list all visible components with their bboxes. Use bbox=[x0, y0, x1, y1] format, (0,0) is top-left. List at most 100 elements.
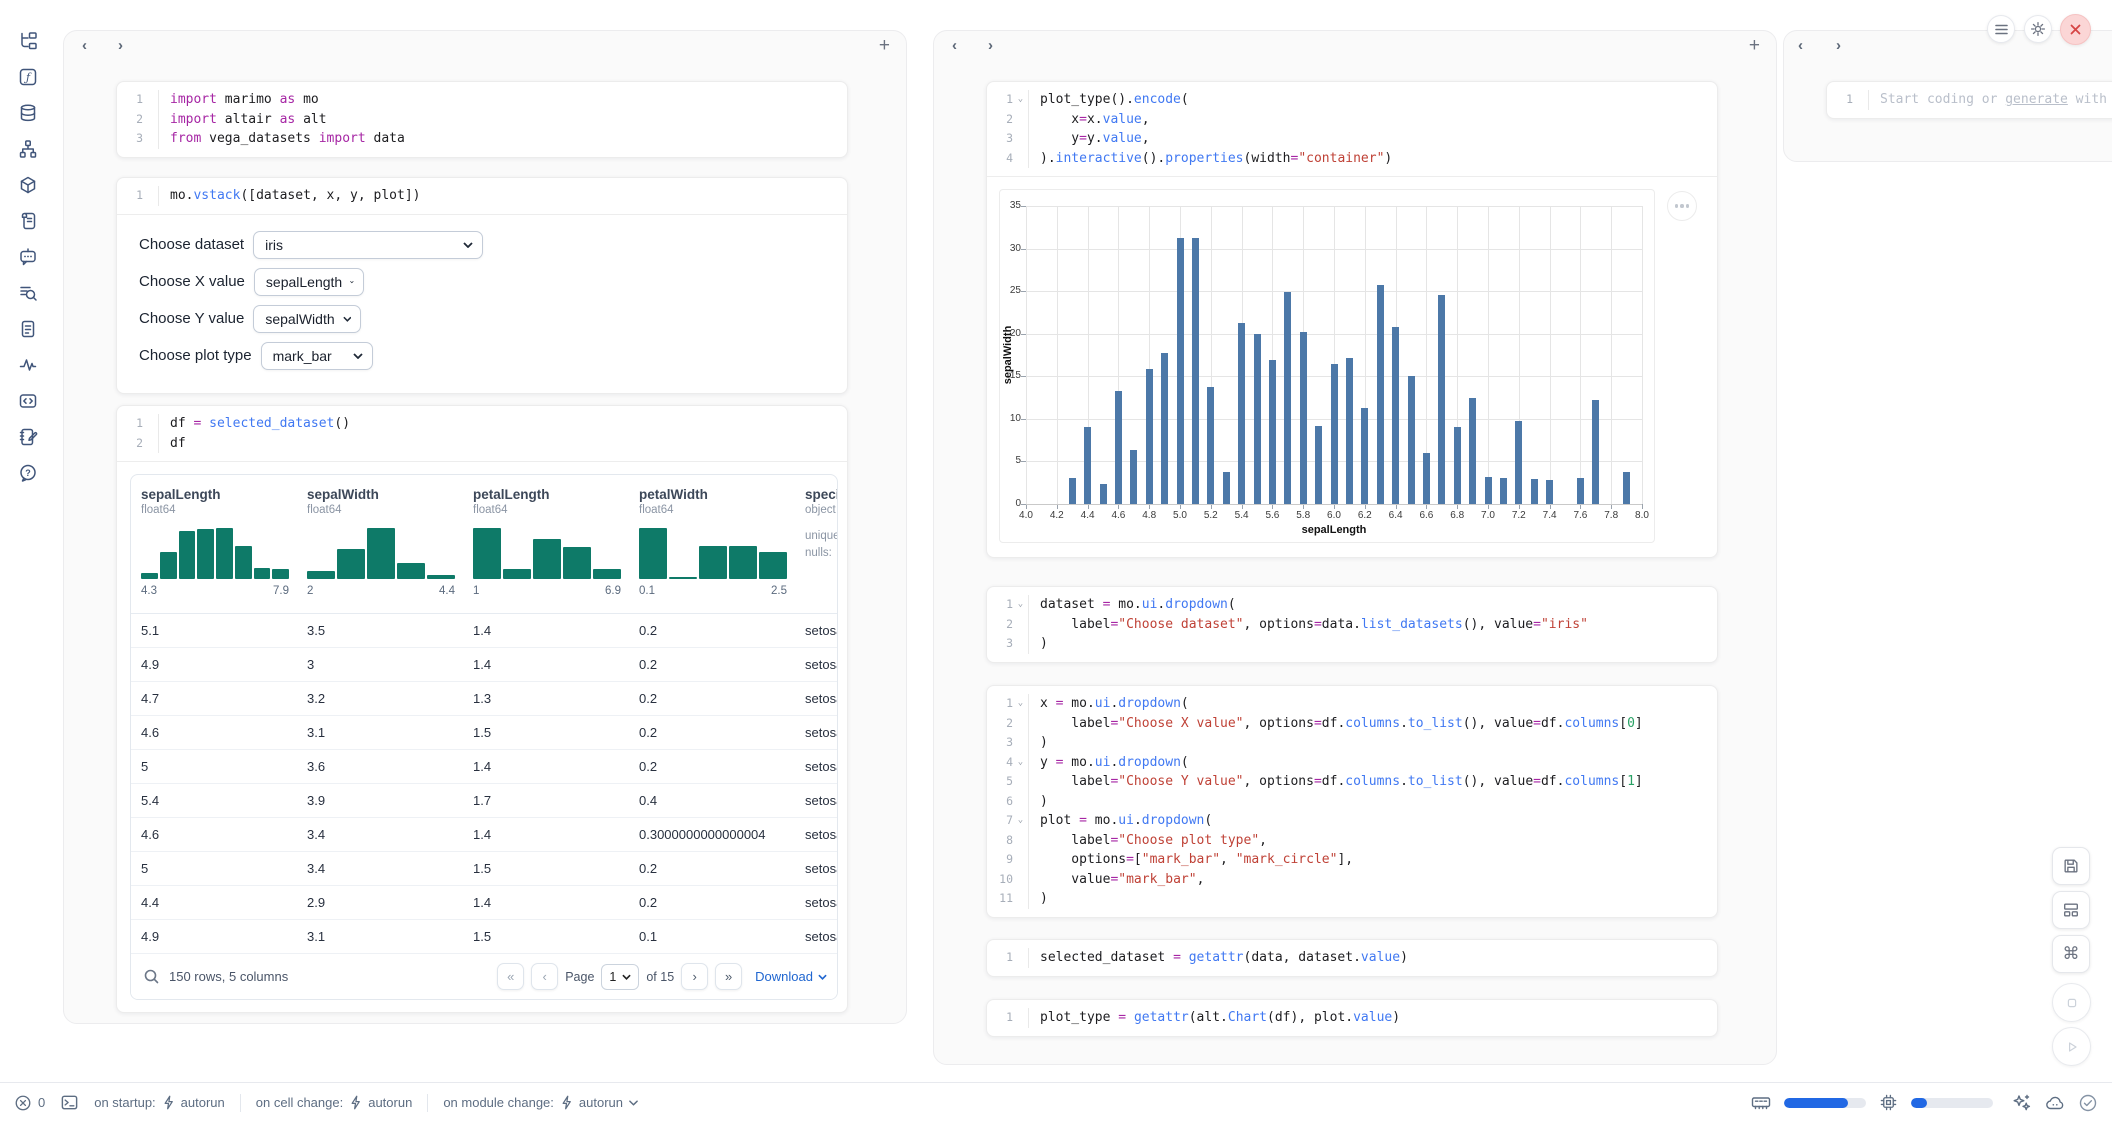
code-text[interactable]: label="Choose X value", options=df.colum… bbox=[1028, 714, 1717, 734]
cell-vstack[interactable]: 1mo.vstack([dataset, x, y, plot]) Choose… bbox=[116, 177, 848, 394]
code-editor[interactable]: 1import marimo as mo2import altair as al… bbox=[117, 82, 847, 157]
notebook-icon[interactable] bbox=[11, 420, 45, 454]
code-text[interactable]: y=y.value, bbox=[1028, 129, 1717, 149]
first-page-button[interactable]: « bbox=[497, 963, 524, 990]
code-text[interactable]: df = selected_dataset() bbox=[158, 414, 847, 434]
on-module-change-setting[interactable]: on module change: autorun bbox=[443, 1095, 638, 1110]
code-text[interactable]: label="Choose dataset", options=data.lis… bbox=[1028, 615, 1717, 635]
code-text[interactable]: plot = mo.ui.dropdown( bbox=[1028, 811, 1717, 831]
code-text[interactable]: ) bbox=[1028, 889, 1717, 909]
fold-marker[interactable]: ⌄ bbox=[1013, 595, 1028, 615]
column-header[interactable]: petalLengthfloat6416.9 bbox=[473, 487, 623, 597]
code-editor[interactable]: 1selected_dataset = getattr(data, datase… bbox=[987, 940, 1717, 976]
prev-page-button[interactable]: ‹ bbox=[531, 963, 558, 990]
code-editor[interactable]: 1Start coding or generate with bbox=[1827, 82, 2112, 118]
dataset-select[interactable]: iris bbox=[253, 231, 483, 259]
code-editor[interactable]: 1⌄x = mo.ui.dropdown(2 label="Choose X v… bbox=[987, 686, 1717, 917]
fold-marker[interactable]: ⌄ bbox=[1013, 90, 1028, 110]
cell-imports[interactable]: 1import marimo as mo2import altair as al… bbox=[116, 81, 848, 158]
add-column-button[interactable]: + bbox=[879, 36, 890, 56]
column-header[interactable]: sepalWidthfloat6424.4 bbox=[307, 487, 457, 597]
plot-type-select[interactable]: mark_bar bbox=[261, 342, 373, 370]
code-text[interactable]: selected_dataset = getattr(data, dataset… bbox=[1028, 948, 1717, 968]
code-text[interactable]: df bbox=[158, 434, 847, 454]
code-text[interactable]: Start coding or generate with bbox=[1868, 90, 2112, 110]
code-text[interactable]: value="mark_bar", bbox=[1028, 870, 1717, 890]
code-editor[interactable]: 1mo.vstack([dataset, x, y, plot]) bbox=[117, 178, 847, 214]
cell-selected-dataset[interactable]: 1selected_dataset = getattr(data, datase… bbox=[986, 939, 1718, 977]
cell-plot[interactable]: 1⌄plot_type().encode(2 x=x.value,3 y=y.v… bbox=[986, 81, 1718, 558]
code-text[interactable]: plot_type().encode( bbox=[1028, 90, 1717, 110]
table-row[interactable]: 4.63.11.50.2setosa bbox=[131, 716, 837, 750]
code-editor[interactable]: 1⌄dataset = mo.ui.dropdown(2 label="Choo… bbox=[987, 587, 1717, 662]
column-header[interactable]: petalWidthfloat640.12.5 bbox=[639, 487, 789, 597]
tracing-icon[interactable] bbox=[11, 348, 45, 382]
table-row[interactable]: 4.93.11.50.1setosa bbox=[131, 920, 837, 954]
ai-chat-icon[interactable] bbox=[11, 240, 45, 274]
stop-button[interactable] bbox=[2052, 983, 2091, 1022]
settings-button[interactable] bbox=[2024, 15, 2052, 43]
column-prev-button[interactable]: ‹ bbox=[952, 38, 957, 54]
functions-icon[interactable]: ƒ bbox=[11, 60, 45, 94]
column-prev-button[interactable]: ‹ bbox=[1798, 38, 1803, 54]
code-text[interactable]: x = mo.ui.dropdown( bbox=[1028, 694, 1717, 714]
cell-dataframe[interactable]: 1df = selected_dataset()2df sepalLengthf… bbox=[116, 405, 848, 1013]
data-sources-icon[interactable] bbox=[11, 96, 45, 130]
cell-xy-plot-dropdowns[interactable]: 1⌄x = mo.ui.dropdown(2 label="Choose X v… bbox=[986, 685, 1718, 918]
scratchpad-icon[interactable] bbox=[11, 204, 45, 238]
download-button[interactable]: Download bbox=[755, 969, 827, 984]
runtime-bot-icon[interactable] bbox=[2045, 1093, 2065, 1113]
run-button[interactable] bbox=[2052, 1027, 2091, 1066]
code-text[interactable]: import altair as alt bbox=[158, 110, 847, 130]
on-cell-change-setting[interactable]: on cell change: autorun bbox=[256, 1095, 413, 1110]
table-row[interactable]: 4.931.40.2setosa bbox=[131, 648, 837, 682]
code-text[interactable]: from vega_datasets import data bbox=[158, 129, 847, 149]
code-editor[interactable]: 1df = selected_dataset()2df bbox=[117, 406, 847, 461]
y-value-select[interactable]: sepalWidth bbox=[253, 305, 361, 333]
page-select[interactable]: 1 bbox=[601, 964, 639, 990]
command-palette-button[interactable]: ⌘ bbox=[2052, 935, 2090, 973]
code-text[interactable]: ) bbox=[1028, 792, 1717, 812]
layout-button[interactable] bbox=[2052, 891, 2090, 929]
table-row[interactable]: 4.42.91.40.2setosa bbox=[131, 886, 837, 920]
add-column-button[interactable]: + bbox=[1749, 36, 1760, 56]
x-value-select[interactable]: sepalLength bbox=[254, 268, 364, 296]
column-next-button[interactable]: › bbox=[988, 38, 993, 54]
code-text[interactable]: ) bbox=[1028, 733, 1717, 753]
cell-empty[interactable]: 1Start coding or generate with bbox=[1826, 81, 2112, 119]
code-text[interactable]: ) bbox=[1028, 634, 1717, 654]
on-startup-setting[interactable]: on startup: autorun bbox=[94, 1095, 225, 1110]
ai-sparkles-icon[interactable] bbox=[2012, 1093, 2032, 1113]
chart-actions-button[interactable] bbox=[1667, 191, 1697, 221]
logs-icon[interactable] bbox=[11, 276, 45, 310]
code-text[interactable]: label="Choose plot type", bbox=[1028, 831, 1717, 851]
code-text[interactable]: dataset = mo.ui.dropdown( bbox=[1028, 595, 1717, 615]
table-row[interactable]: 5.13.51.40.2setosa bbox=[131, 614, 837, 648]
menu-button[interactable] bbox=[1987, 15, 2015, 43]
table-row[interactable]: 4.73.21.30.2setosa bbox=[131, 682, 837, 716]
code-editor[interactable]: 1⌄plot_type().encode(2 x=x.value,3 y=y.v… bbox=[987, 82, 1717, 176]
cell-plot-type[interactable]: 1plot_type = getattr(alt.Chart(df), plot… bbox=[986, 999, 1718, 1037]
code-text[interactable]: import marimo as mo bbox=[158, 90, 847, 110]
code-text[interactable]: y = mo.ui.dropdown( bbox=[1028, 753, 1717, 773]
cell-dataset-dropdown[interactable]: 1⌄dataset = mo.ui.dropdown(2 label="Choo… bbox=[986, 586, 1718, 663]
bar-chart[interactable]: sepalWidth sepalLength 4.04.24.44.64.85.… bbox=[999, 189, 1655, 543]
fold-marker[interactable]: ⌄ bbox=[1013, 811, 1028, 831]
close-button[interactable] bbox=[2060, 14, 2091, 45]
next-page-button[interactable]: › bbox=[681, 963, 708, 990]
code-editor[interactable]: 1plot_type = getattr(alt.Chart(df), plot… bbox=[987, 1000, 1717, 1036]
column-next-button[interactable]: › bbox=[118, 38, 123, 54]
column-header[interactable]: sepalLengthfloat644.37.9 bbox=[141, 487, 291, 597]
snippets-icon[interactable] bbox=[11, 384, 45, 418]
help-icon[interactable]: ? bbox=[11, 456, 45, 490]
code-text[interactable]: mo.vstack([dataset, x, y, plot]) bbox=[158, 186, 847, 206]
table-row[interactable]: 53.61.40.2setosa bbox=[131, 750, 837, 784]
dependency-graph-icon[interactable] bbox=[11, 132, 45, 166]
table-row[interactable]: 4.63.41.40.3000000000000004setosa bbox=[131, 818, 837, 852]
table-row[interactable]: 53.41.50.2setosa bbox=[131, 852, 837, 886]
connection-status-icon[interactable] bbox=[2078, 1093, 2098, 1113]
packages-icon[interactable] bbox=[11, 168, 45, 202]
save-button[interactable] bbox=[2052, 847, 2090, 885]
last-page-button[interactable]: » bbox=[715, 963, 742, 990]
table-row[interactable]: 5.43.91.70.4setosa bbox=[131, 784, 837, 818]
